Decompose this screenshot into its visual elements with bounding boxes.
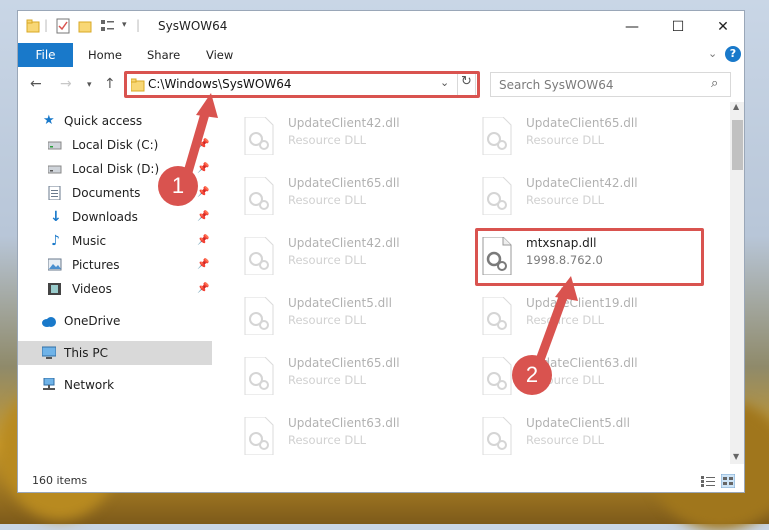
annotation-arrows <box>183 93 578 362</box>
arrow-1 <box>183 105 212 174</box>
arrow-1-head <box>196 93 218 118</box>
step-1-badge: 1 <box>158 166 198 206</box>
step-2-badge: 2 <box>512 355 552 395</box>
arrow-2-head <box>555 276 578 301</box>
arrow-2 <box>535 287 571 362</box>
